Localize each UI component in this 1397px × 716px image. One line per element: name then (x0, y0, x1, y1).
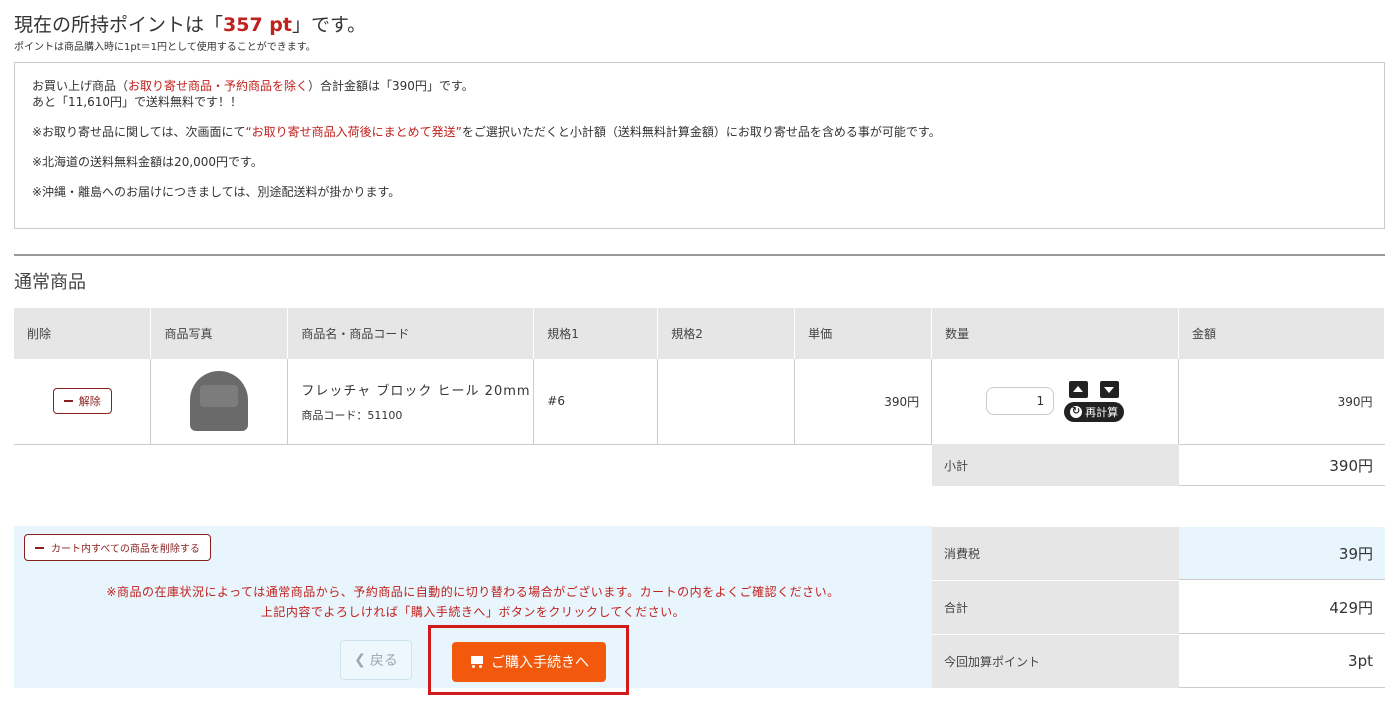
cell-unit-price: 390円 (794, 359, 933, 445)
header-spec1: 規格1 (533, 308, 659, 359)
notice-text: お買い上げ商品（ (32, 79, 129, 93)
notice-line-hokkaido: ※北海道の送料無料金額は20,000円です。 (32, 155, 263, 169)
refresh-icon: ↻ (1070, 405, 1083, 418)
points-suffix: 」です。 (291, 14, 367, 36)
header-photo: 商品写真 (150, 308, 289, 359)
back-label: 戻る (369, 653, 398, 669)
shipping-notice: お買い上げ商品（お取り寄せ商品・予約商品を除く）合計金額は「390円」です。 あ… (14, 62, 1385, 229)
header-name: 商品名・商品コード (287, 308, 535, 359)
checkout-instruction: 上記内容でよろしければ「購入手続きへ」ボタンをクリックしてください。 (260, 605, 686, 619)
remove-item-label: 解除 (78, 395, 101, 409)
notice-text: ※お取り寄せ品に関しては、次画面にて (32, 125, 246, 139)
product-image[interactable] (190, 371, 249, 432)
chevron-left-icon: ❮ (354, 652, 366, 668)
cell-spec2 (657, 359, 796, 445)
cell-delete: 解除 (14, 359, 152, 445)
checkout-label: ご購入手続きへ (491, 655, 589, 671)
subtotal-value: 390円 (1179, 444, 1385, 486)
notice-text: をご選択いただくと小計額（送料無料計算金額）にお取り寄せ品を含める事が可能です。 (461, 125, 941, 139)
header-delete: 削除 (14, 308, 152, 359)
product-code: 商品コード：51100 (301, 408, 403, 422)
cell-name: フレッチャ ブロック ヒール 20mm 商品コード：51100 (287, 359, 535, 445)
remove-item-button[interactable]: 解除 (52, 388, 112, 415)
header-spec2: 規格2 (657, 308, 796, 359)
table-row: 解除 フレッチャ ブロック ヒール 20mm 商品コード：51100 #6 39… (14, 359, 1385, 445)
header-quantity: 数量 (931, 308, 1180, 359)
quantity-controls: ↻ 再計算 (1064, 380, 1125, 422)
total-label: 合計 (932, 581, 1179, 634)
quantity-stepper: 1 ↻ 再計算 (932, 380, 1178, 422)
cart-icon (469, 655, 485, 669)
quantity-arrows (1069, 380, 1120, 398)
caret-up-icon[interactable] (1069, 380, 1089, 398)
minus-icon (63, 400, 73, 403)
notice-line-remaining: あと「11,610円」で送料無料です！！ (32, 95, 242, 109)
notice-text: ）合計金額は「390円」です。 (308, 79, 474, 93)
delete-all-label: カート内すべての商品を削除する (51, 544, 200, 555)
back-button[interactable]: ❮ 戻る (340, 640, 412, 680)
notice-text-red: お取り寄せ商品・予約商品を除く (128, 79, 309, 93)
header-amount: 金額 (1178, 308, 1385, 359)
points-heading: 現在の所持ポイントは「357 pt」です。 (14, 10, 366, 37)
notice-line-okinawa: ※沖縄・離島へのお届けにつきましては、別途配送料が掛かります。 (32, 185, 401, 199)
cart-table: 削除 商品写真 商品名・商品コード 規格1 規格2 単価 数量 金額 解除 フレ… (14, 308, 1385, 445)
tax-label: 消費税 (932, 527, 1179, 580)
points-earned-row: 今回加算ポイント 3pt (932, 634, 1385, 688)
quantity-input[interactable]: 1 (986, 387, 1055, 416)
total-value: 429円 (1179, 581, 1385, 634)
product-name[interactable]: フレッチャ ブロック ヒール 20mm (301, 380, 533, 399)
recalculate-label: 再計算 (1085, 405, 1119, 419)
table-header-row: 削除 商品写真 商品名・商品コード 規格1 規格2 単価 数量 金額 (14, 308, 1385, 359)
notice-line-total: お買い上げ商品（お取り寄せ商品・予約商品を除く）合計金額は「390円」です。 (32, 79, 1367, 94)
points-earned-label: 今回加算ポイント (932, 635, 1179, 688)
cell-amount: 390円 (1178, 359, 1385, 445)
caret-down-icon[interactable] (1100, 380, 1120, 398)
section-title: 通常商品 (14, 272, 86, 293)
section-divider (14, 254, 1385, 256)
total-row: 合計 429円 (932, 580, 1385, 634)
minus-icon (35, 546, 44, 549)
delete-all-button[interactable]: カート内すべての商品を削除する (24, 534, 211, 561)
points-value: 357 pt (223, 14, 292, 36)
cell-photo (150, 359, 289, 445)
points-earned-value: 3pt (1179, 635, 1385, 688)
notice-line-order: ※お取り寄せ品に関しては、次画面にて“お取り寄せ商品入荷後にまとめて発送”をご選… (32, 125, 1367, 140)
recalculate-button[interactable]: ↻ 再計算 (1064, 401, 1125, 422)
subtotal-label: 小計 (932, 444, 1179, 486)
notice-text-red: “お取り寄せ商品入荷後にまとめて発送” (245, 125, 462, 139)
points-note: ポイントは商品購入時に1pt＝1円として使用することができます。 (14, 42, 316, 53)
cell-quantity: 1 ↻ 再計算 (931, 359, 1180, 445)
checkout-action-panel: カート内すべての商品を削除する ※商品の在庫状況によっては通常商品から、予約商品… (14, 526, 932, 688)
points-prefix: 現在の所持ポイントは「 (14, 14, 224, 36)
tax-row: 消費税 39円 (932, 526, 1385, 580)
tax-value: 39円 (1179, 527, 1385, 580)
stock-warning: ※商品の在庫状況によっては通常商品から、予約商品に自動的に切り替わる場合がござい… (106, 585, 840, 599)
cell-spec1: #6 (533, 359, 659, 445)
proceed-to-checkout-button[interactable]: ご購入手続きへ (452, 642, 606, 682)
header-unit-price: 単価 (794, 308, 933, 359)
